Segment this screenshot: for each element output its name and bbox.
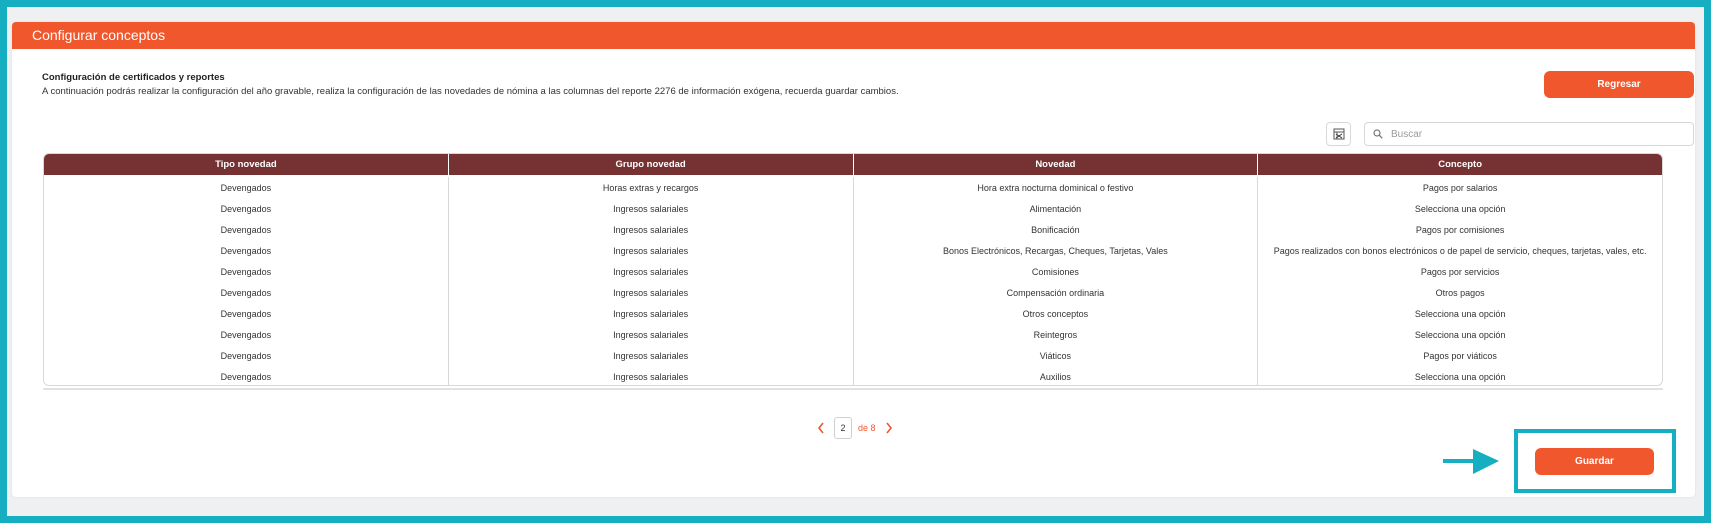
- table-scrollbar[interactable]: [43, 388, 1663, 390]
- cell-concepto[interactable]: Pagos por salarios: [1258, 177, 1662, 198]
- prev-page-button[interactable]: [814, 421, 828, 435]
- cell-tipo-novedad: Devengados: [44, 282, 449, 303]
- section-description: A continuación podrás realizar la config…: [42, 86, 899, 97]
- cell-concepto[interactable]: Selecciona una opción: [1258, 366, 1662, 385]
- cell-tipo-novedad: Devengados: [44, 366, 449, 385]
- cell-tipo-novedad: Devengados: [44, 177, 449, 198]
- search-field[interactable]: [1364, 122, 1694, 146]
- table-row: Devengados Ingresos salariales Viáticos …: [44, 345, 1662, 366]
- cell-grupo-novedad: Ingresos salariales: [449, 282, 854, 303]
- search-input[interactable]: [1391, 128, 1681, 140]
- cell-novedad: Otros conceptos: [854, 303, 1259, 324]
- cell-tipo-novedad: Devengados: [44, 345, 449, 366]
- cell-novedad: Viáticos: [854, 345, 1259, 366]
- table-row: Devengados Ingresos salariales Bonos Ele…: [44, 240, 1662, 261]
- cell-novedad: Bonos Electrónicos, Recargas, Cheques, T…: [854, 240, 1259, 261]
- pagination: 2 de 8: [814, 417, 896, 439]
- export-button[interactable]: [1326, 122, 1351, 146]
- cell-novedad: Comisiones: [854, 261, 1259, 282]
- page-title: Configurar conceptos: [32, 27, 166, 43]
- arrow-right-icon: [1443, 449, 1499, 474]
- cell-concepto[interactable]: Selecciona una opción: [1258, 324, 1662, 345]
- excel-export-icon: [1333, 128, 1344, 140]
- cell-novedad: Bonificación: [854, 219, 1259, 240]
- table-row: Devengados Ingresos salariales Reintegro…: [44, 324, 1662, 345]
- cell-grupo-novedad: Horas extras y recargos: [449, 177, 854, 198]
- cell-grupo-novedad: Ingresos salariales: [449, 219, 854, 240]
- next-page-button[interactable]: [882, 421, 896, 435]
- chevron-right-icon: [885, 422, 892, 434]
- concepts-table: Tipo novedad Grupo novedad Novedad Conce…: [43, 153, 1663, 386]
- column-header-concepto[interactable]: Concepto: [1258, 154, 1662, 175]
- cell-grupo-novedad: Ingresos salariales: [449, 240, 854, 261]
- cell-tipo-novedad: Devengados: [44, 240, 449, 261]
- current-page-input[interactable]: 2: [834, 417, 852, 439]
- cell-novedad: Alimentación: [854, 198, 1259, 219]
- table-row: Devengados Ingresos salariales Compensac…: [44, 282, 1662, 303]
- cell-tipo-novedad: Devengados: [44, 261, 449, 282]
- cell-grupo-novedad: Ingresos salariales: [449, 261, 854, 282]
- cell-concepto[interactable]: Pagos realizados con bonos electrónicos …: [1258, 240, 1662, 261]
- column-header-tipo-novedad[interactable]: Tipo novedad: [44, 154, 449, 175]
- page-total: de 8: [858, 423, 876, 433]
- cell-tipo-novedad: Devengados: [44, 219, 449, 240]
- cell-novedad: Hora extra nocturna dominical o festivo: [854, 177, 1259, 198]
- cell-grupo-novedad: Ingresos salariales: [449, 324, 854, 345]
- cell-grupo-novedad: Ingresos salariales: [449, 366, 854, 385]
- chevron-left-icon: [817, 422, 824, 434]
- table-row: Devengados Ingresos salariales Otros con…: [44, 303, 1662, 324]
- table-body: Devengados Horas extras y recargos Hora …: [44, 175, 1662, 385]
- cell-concepto[interactable]: Selecciona una opción: [1258, 198, 1662, 219]
- card-header: Configurar conceptos: [12, 22, 1695, 49]
- column-header-novedad[interactable]: Novedad: [854, 154, 1259, 175]
- cell-concepto[interactable]: Otros pagos: [1258, 282, 1662, 303]
- config-card: Configurar conceptos Configuración de ce…: [12, 22, 1695, 497]
- table-row: Devengados Ingresos salariales Bonificac…: [44, 219, 1662, 240]
- cell-novedad: Reintegros: [854, 324, 1259, 345]
- table-row: Devengados Ingresos salariales Comisione…: [44, 261, 1662, 282]
- table-header: Tipo novedad Grupo novedad Novedad Conce…: [44, 154, 1662, 175]
- cell-grupo-novedad: Ingresos salariales: [449, 303, 854, 324]
- search-icon: [1373, 129, 1383, 139]
- cell-concepto[interactable]: Pagos por comisiones: [1258, 219, 1662, 240]
- column-header-grupo-novedad[interactable]: Grupo novedad: [449, 154, 854, 175]
- cell-grupo-novedad: Ingresos salariales: [449, 345, 854, 366]
- cell-novedad: Compensación ordinaria: [854, 282, 1259, 303]
- cell-tipo-novedad: Devengados: [44, 324, 449, 345]
- cell-concepto[interactable]: Pagos por viáticos: [1258, 345, 1662, 366]
- cell-concepto[interactable]: Selecciona una opción: [1258, 303, 1662, 324]
- cell-grupo-novedad: Ingresos salariales: [449, 198, 854, 219]
- section-title: Configuración de certificados y reportes: [42, 72, 225, 83]
- cell-novedad: Auxilios: [854, 366, 1259, 385]
- cell-concepto[interactable]: Pagos por servicios: [1258, 261, 1662, 282]
- table-row: Devengados Horas extras y recargos Hora …: [44, 177, 1662, 198]
- annotation-highlight-box: [1514, 429, 1676, 493]
- cell-tipo-novedad: Devengados: [44, 198, 449, 219]
- table-row: Devengados Ingresos salariales Alimentac…: [44, 198, 1662, 219]
- back-button[interactable]: Regresar: [1544, 71, 1694, 98]
- cell-tipo-novedad: Devengados: [44, 303, 449, 324]
- table-row: Devengados Ingresos salariales Auxilios …: [44, 366, 1662, 385]
